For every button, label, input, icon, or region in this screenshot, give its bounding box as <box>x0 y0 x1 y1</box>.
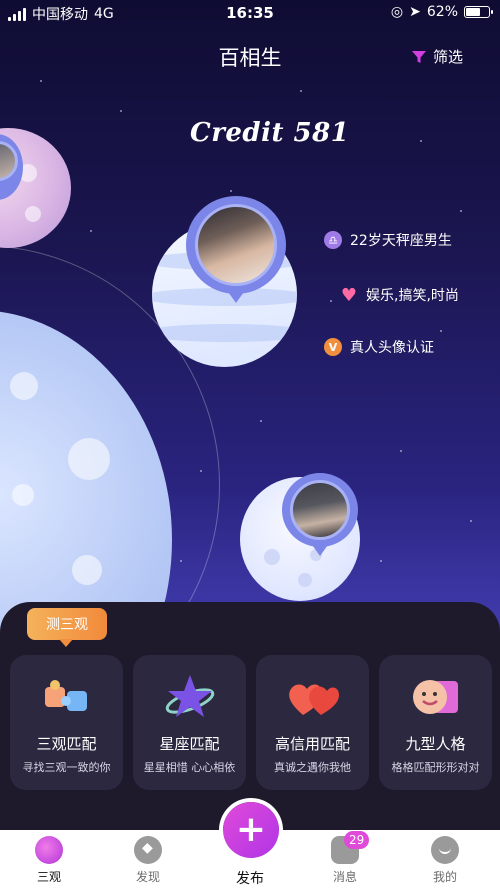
avatar-pin-left <box>0 134 23 200</box>
puzzle-icon <box>44 680 87 711</box>
plus-icon: + <box>235 809 267 850</box>
planet-icon <box>35 836 63 864</box>
card-values-match[interactable]: 三观匹配 寻找三观一致的你 <box>10 655 123 790</box>
card-subtitle: 格格匹配形形对对 <box>391 761 480 774</box>
hearts-icon <box>288 684 339 715</box>
tab-profile[interactable]: 我的 <box>410 836 480 885</box>
tab-label: 发现 <box>135 870 160 884</box>
location-icon: ➤ <box>409 4 421 20</box>
tab-label: 三观 <box>36 870 61 884</box>
avatar <box>0 141 18 181</box>
heart-icon: ♥ <box>340 284 358 306</box>
card-zodiac-match[interactable]: 星座匹配 星星相惜 心心相依 <box>133 655 246 790</box>
tab-label: 我的 <box>432 870 457 884</box>
card-subtitle: 寻找三观一致的你 <box>22 761 111 774</box>
status-right: ◎ ➤ 62% <box>390 4 493 20</box>
profile-tag-interests: ♥ 娱乐,搞笑,时尚 <box>340 284 459 306</box>
tab-discover[interactable]: ◆ 发现 <box>113 836 183 885</box>
star-planet-icon <box>165 675 214 717</box>
status-bar: 中国移动 4G 16:35 ◎ ➤ 62% <box>0 0 500 26</box>
tab-values[interactable]: 三观 <box>14 836 84 885</box>
battery-fill <box>466 8 480 16</box>
tag-label: 22岁天秤座男生 <box>350 233 452 249</box>
compass-icon: ◆ <box>134 836 162 864</box>
card-subtitle: 真诚之遇你我他 <box>274 761 351 774</box>
battery-label: 62% <box>426 4 458 20</box>
tab-label: 消息 <box>332 870 357 884</box>
avatar <box>195 204 277 286</box>
message-count-badge: 29 <box>344 831 370 849</box>
verified-icon: V <box>324 338 342 356</box>
tag-label: 真人头像认证 <box>350 340 434 356</box>
card-title: 高信用匹配 <box>274 735 350 753</box>
face-card-icon <box>412 680 458 714</box>
card-enneagram[interactable]: 九型人格 格格匹配形形对对 <box>379 655 492 790</box>
profile-tag-constellation: ♎ 22岁天秤座男生 <box>324 230 452 250</box>
profile-icon <box>431 836 459 864</box>
publish-label: 发布 <box>236 871 264 887</box>
profile-tag-verified: V 真人头像认证 <box>324 337 434 357</box>
filter-label: 筛选 <box>432 48 463 66</box>
avatar <box>290 480 350 540</box>
match-cards: 三观匹配 寻找三观一致的你 星座匹配 星星相惜 心心相依 高信用匹配 真诚之遇你… <box>10 655 492 790</box>
libra-icon: ♎ <box>324 231 342 249</box>
card-title: 星座匹配 <box>159 735 220 753</box>
filter-icon <box>411 50 426 63</box>
card-title: 九型人格 <box>405 735 466 753</box>
avatar-pin-main[interactable] <box>186 196 286 303</box>
filter-button[interactable]: 筛选 <box>411 46 463 67</box>
credit-score: Credit 581 <box>190 118 350 148</box>
publish-button[interactable]: + <box>223 802 279 858</box>
card-title: 三观匹配 <box>36 735 97 753</box>
tag-label: 娱乐,搞笑,时尚 <box>366 288 459 304</box>
test-values-badge[interactable]: 测三观 <box>27 608 107 647</box>
orientation-lock-icon: ◎ <box>390 4 404 20</box>
card-subtitle: 星星相惜 心心相依 <box>143 761 236 774</box>
avatar-pin-small[interactable] <box>282 473 358 556</box>
card-credit-match[interactable]: 高信用匹配 真诚之遇你我他 <box>256 655 369 790</box>
battery-icon <box>464 6 493 18</box>
